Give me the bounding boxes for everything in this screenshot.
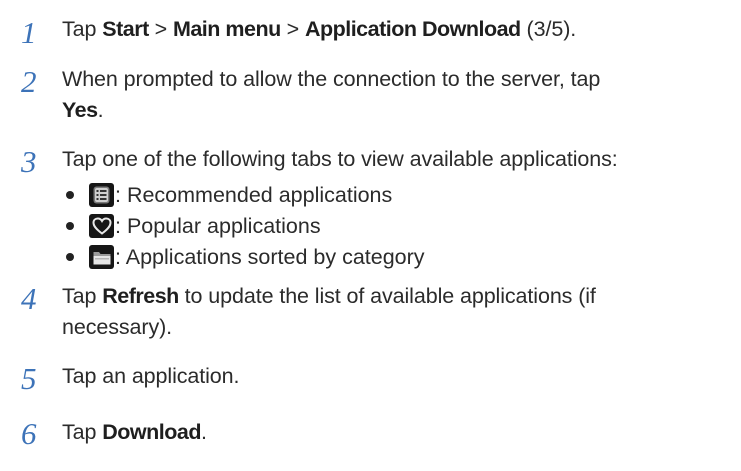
step-number: 6 (21, 416, 37, 451)
bullet-text: : Popular applications (115, 213, 321, 238)
bullet-dot (66, 222, 74, 230)
menu-main-menu: Main menu (172, 17, 281, 41)
download-label: Download (102, 420, 201, 444)
list-item: : Popular applications (62, 211, 321, 241)
menu-start: Start (102, 17, 149, 41)
bullet-dot (66, 191, 74, 199)
folder-icon (89, 245, 114, 269)
step-text: Tap Refresh to update the list of availa… (62, 284, 596, 339)
step-number: 3 (21, 144, 37, 179)
step-text: When prompted to allow the connection to… (62, 67, 601, 122)
bullet-dot (66, 253, 74, 261)
heart-icon (89, 214, 114, 238)
yes-label: Yes (62, 98, 98, 122)
step-number: 1 (21, 15, 37, 50)
list-item: : Applications sorted by category (62, 242, 425, 272)
bullet-text: : Applications sorted by category (115, 244, 425, 269)
step-text: Tap an application. (62, 364, 240, 388)
menu-application-download: Application Download (304, 17, 521, 41)
step-text: Tap Start > Main menu > Application Down… (62, 17, 577, 41)
refresh-label: Refresh (102, 284, 179, 308)
step-text: Tap one of the following tabs to view av… (62, 147, 618, 171)
bullet-text: : Recommended applications (115, 182, 393, 207)
step-number: 2 (21, 64, 37, 99)
step-number: 5 (21, 361, 37, 396)
step-number: 4 (21, 281, 37, 316)
list-icon (89, 183, 114, 207)
step-text: Tap Download. (62, 420, 207, 444)
list-item: : Recommended applications (62, 180, 392, 210)
